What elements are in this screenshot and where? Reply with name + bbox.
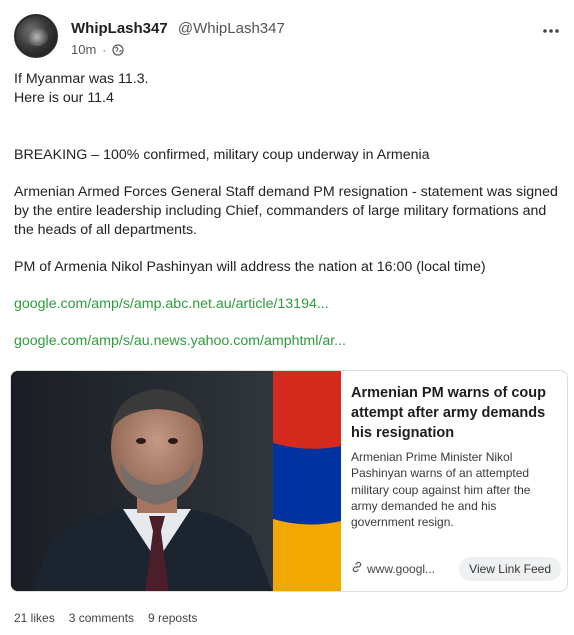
view-link-feed-button[interactable]: View Link Feed [459,557,561,581]
card-footer: www.googl... View Link Feed [351,557,561,581]
link-abc[interactable]: google.com/amp/s/amp.abc.net.au/article/… [14,296,329,312]
flag-orange [273,519,341,591]
post-stats: 21 likes 3 comments 9 reposts [14,611,197,625]
globe-icon [112,43,124,56]
separator: · [102,42,107,57]
flag-blue [273,443,341,525]
flag-red [273,371,341,449]
card-url-text: www.googl... [367,561,436,576]
card-content: Armenian PM warns of coup attempt after … [351,383,559,530]
preview-image [11,371,341,591]
post-meta: 10m · [71,42,124,57]
handle[interactable]: @WhipLash347 [178,20,285,37]
body-line: Here is our 11.4 [14,90,114,106]
post-body: If Myanmar was 11.3. Here is our 11.4 BR… [14,70,564,351]
body-line: If Myanmar was 11.3. [14,71,149,87]
display-name[interactable]: WhipLash347 [71,20,168,37]
body-line: BREAKING – 100% confirmed, military coup… [14,147,430,163]
more-options-icon[interactable] [542,18,560,39]
author-line: WhipLash347 @WhipLash347 [71,20,285,37]
post-header: WhipLash347 @WhipLash347 10m · [14,14,560,62]
comments-count[interactable]: 3 comments [69,611,134,625]
link-preview-card[interactable]: Armenian PM warns of coup attempt after … [10,370,568,592]
card-description: Armenian Prime Minister Nikol Pashinyan … [351,450,531,530]
avatar[interactable] [14,14,58,58]
link-icon [351,561,363,576]
likes-count[interactable]: 21 likes [14,611,55,625]
body-line: PM of Armenia Nikol Pashinyan will addre… [14,259,486,275]
timestamp[interactable]: 10m [71,42,96,57]
reposts-count[interactable]: 9 reposts [148,611,197,625]
body-line: Armenian Armed Forces General Staff dema… [14,184,558,238]
card-title[interactable]: Armenian PM warns of coup attempt after … [351,383,559,443]
card-url[interactable]: www.googl... [351,561,435,576]
link-yahoo[interactable]: google.com/amp/s/au.news.yahoo.com/ampht… [14,333,346,349]
